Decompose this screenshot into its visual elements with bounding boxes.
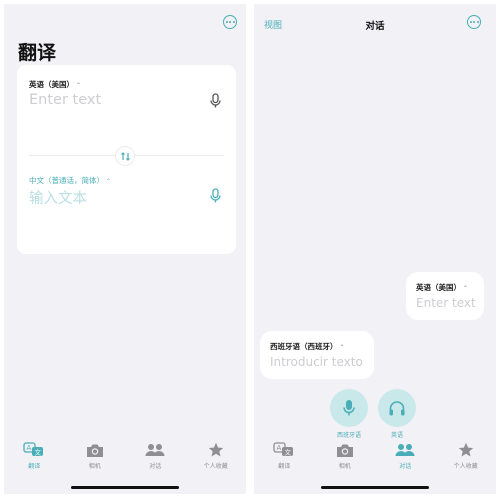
- source-microphone-icon[interactable]: [209, 93, 222, 109]
- microphone-icon: [343, 400, 355, 416]
- more-icon: [469, 21, 472, 23]
- tab-label: 相机: [338, 463, 351, 470]
- english-listen-button[interactable]: [378, 389, 416, 427]
- headphones-icon: [389, 400, 405, 415]
- bubble-language-selector[interactable]: 西班牙语（西班牙） ⌃: [270, 341, 345, 352]
- more-icon: [225, 21, 228, 23]
- translation-card: 英语（美国） ⌃ Enter text 中文（普通话，简体） ⌃ 输入文本: [17, 65, 236, 254]
- svg-text:文: 文: [285, 448, 292, 457]
- tab-favorites[interactable]: 个人收藏: [436, 438, 497, 494]
- chevron-updown-icon: ⌃: [106, 178, 112, 185]
- page-title: 对话: [365, 21, 385, 32]
- tab-label: 个人收藏: [203, 463, 228, 470]
- tab-translate[interactable]: A 文 翻译: [4, 438, 65, 494]
- star-icon: [455, 442, 477, 458]
- svg-text:文: 文: [35, 448, 42, 457]
- page-title: 翻译: [18, 42, 57, 64]
- english-bubble[interactable]: 英语（美国） ⌃ Enter text: [406, 272, 484, 320]
- tab-label: 个人收藏: [453, 463, 478, 470]
- tab-label: 翻译: [28, 463, 41, 470]
- chevron-updown-icon: ⌃: [339, 344, 345, 351]
- swap-icon: [120, 151, 130, 161]
- people-icon: [394, 442, 416, 458]
- more-options-button[interactable]: [467, 15, 481, 29]
- tab-label: 翻译: [278, 463, 291, 470]
- translate-icon: A 文: [23, 442, 45, 458]
- tab-favorites[interactable]: 个人收藏: [186, 438, 247, 494]
- home-indicator: [321, 485, 429, 489]
- tab-translate[interactable]: A 文 翻译: [254, 438, 315, 494]
- svg-text:A: A: [27, 444, 32, 452]
- source-text-input[interactable]: Enter text: [29, 92, 101, 108]
- source-language-label: 英语（美国）: [29, 80, 74, 89]
- swap-languages-button[interactable]: [115, 146, 135, 166]
- spanish-bubble[interactable]: 西班牙语（西班牙） ⌃ Introducir texto: [260, 331, 374, 379]
- target-text-output: 输入文本: [29, 191, 87, 207]
- spanish-text-input[interactable]: Introducir texto: [270, 355, 363, 369]
- english-text-input[interactable]: Enter text: [416, 296, 476, 310]
- tab-label: 对话: [399, 463, 412, 470]
- camera-icon: [334, 442, 356, 458]
- bubble-language-label: 西班牙语（西班牙）: [270, 342, 338, 351]
- target-language-selector[interactable]: 中文（普通话，简体） ⌃: [29, 175, 111, 186]
- spanish-mic-button[interactable]: [330, 389, 368, 427]
- target-microphone-icon[interactable]: [209, 188, 222, 204]
- conversation-screen: 视图 对话 英语（美国） ⌃ Enter text 西班牙语（西班牙） ⌃ Intr…: [254, 4, 496, 494]
- people-icon: [144, 442, 166, 458]
- source-language-selector[interactable]: 英语（美国） ⌃: [29, 79, 81, 90]
- home-indicator: [71, 485, 179, 489]
- bubble-language-selector[interactable]: 英语（美国） ⌃: [416, 282, 468, 293]
- tab-label: 相机: [88, 463, 101, 470]
- target-language-label: 中文（普通话，简体）: [29, 176, 104, 185]
- translate-icon: A 文: [273, 442, 295, 458]
- star-icon: [205, 442, 227, 458]
- translate-screen: 翻译 英语（美国）⌃ Enter text 中文（普通话，简体）⌃ 输入文本: [4, 4, 246, 494]
- tab-label: 对话: [149, 463, 162, 470]
- chevron-updown-icon: ⌃: [463, 285, 469, 292]
- more-options-button[interactable]: [223, 15, 237, 29]
- svg-text:A: A: [277, 444, 282, 452]
- chevron-updown-icon: ⌃: [76, 82, 82, 89]
- bubble-language-label: 英语（美国）: [416, 283, 461, 292]
- camera-icon: [84, 442, 106, 458]
